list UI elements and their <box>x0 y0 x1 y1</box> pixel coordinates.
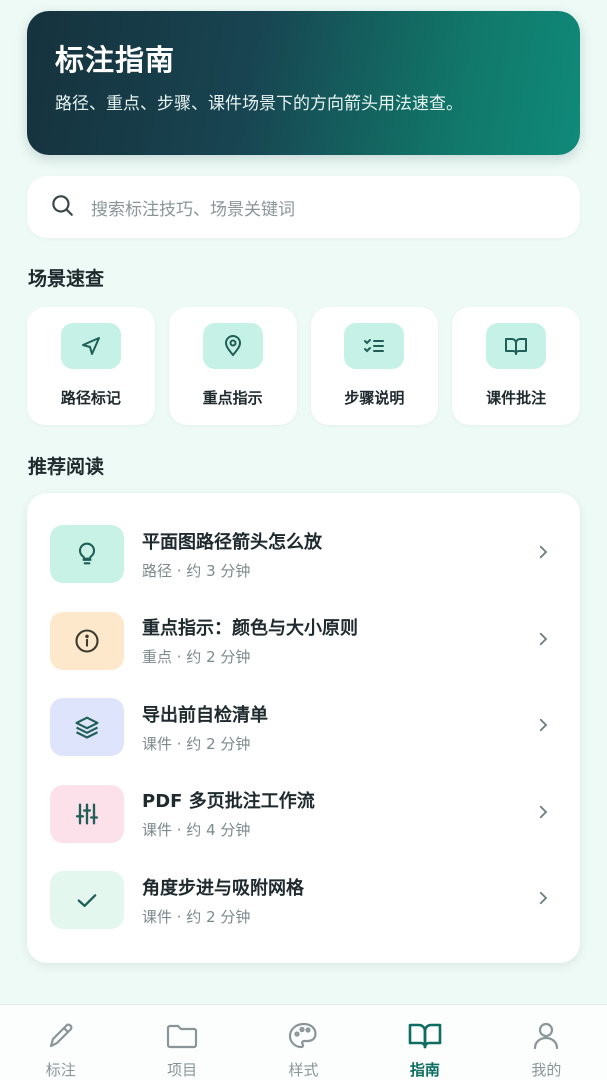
search-input[interactable]: 搜索标注技巧、场景关键词 <box>91 195 295 220</box>
tab-label: 样式 <box>288 1061 319 1079</box>
list-item[interactable]: 重点指示：颜色与大小原则 重点 · 约 2 分钟 <box>27 598 580 685</box>
layers-icon <box>50 698 124 757</box>
list-item[interactable]: 导出前自检清单 课件 · 约 2 分钟 <box>27 684 580 771</box>
list-item[interactable]: PDF 多页批注工作流 课件 · 约 4 分钟 <box>27 771 580 858</box>
tab-label: 我的 <box>531 1061 562 1079</box>
scene-grid: 路径标记 重点指示 步骤说明 课件批注 <box>27 307 580 425</box>
palette-icon <box>285 1019 323 1057</box>
list-item-title: 导出前自检清单 <box>142 704 268 726</box>
pencil-icon <box>42 1019 80 1057</box>
search-bar[interactable]: 搜索标注技巧、场景关键词 <box>27 176 580 238</box>
list-item[interactable]: 角度步进与吸附网格 课件 · 约 2 分钟 <box>27 857 580 944</box>
chevron-right-icon <box>534 716 552 738</box>
check-icon <box>50 871 124 930</box>
tab-label: 标注 <box>45 1061 76 1079</box>
scene-item-courseware[interactable]: 课件批注 <box>452 307 580 425</box>
bottom-tab-bar: 标注 项目 样式 指南 我的 <box>0 1004 607 1080</box>
checklist-icon <box>344 323 405 369</box>
folder-icon <box>163 1019 201 1057</box>
search-icon <box>49 192 75 222</box>
page-subtitle: 路径、重点、步骤、课件场景下的方向箭头用法速查。 <box>55 94 463 114</box>
scene-section-title: 场景速查 <box>28 268 105 290</box>
list-item-meta: 课件 · 约 2 分钟 <box>142 907 251 926</box>
list-item-title: 平面图路径箭头怎么放 <box>142 531 322 553</box>
list-item-title: 重点指示：颜色与大小原则 <box>142 618 358 640</box>
list-item-meta: 课件 · 约 4 分钟 <box>142 821 251 840</box>
guide-hero-banner: 标注指南 路径、重点、步骤、课件场景下的方向箭头用法速查。 <box>27 11 580 155</box>
scene-item-label: 步骤说明 <box>344 389 405 407</box>
scene-item-label: 路径标记 <box>60 389 121 407</box>
chevron-right-icon <box>534 543 552 565</box>
scene-item-highlight[interactable]: 重点指示 <box>168 307 297 425</box>
tab-styles[interactable]: 样式 <box>243 1005 364 1080</box>
sliders-icon <box>50 784 124 843</box>
tab-label: 项目 <box>167 1061 198 1079</box>
scene-item-label: 重点指示 <box>202 389 263 407</box>
info-icon <box>50 611 124 670</box>
navigation-arrow-icon <box>60 323 121 369</box>
scene-item-label: 课件批注 <box>486 389 547 407</box>
list-item-title: PDF 多页批注工作流 <box>142 791 315 813</box>
tab-label: 指南 <box>409 1061 440 1079</box>
list-item-meta: 课件 · 约 2 分钟 <box>142 734 251 753</box>
chevron-right-icon <box>534 803 552 825</box>
list-item-meta: 重点 · 约 2 分钟 <box>142 648 251 667</box>
lightbulb-icon <box>50 525 124 584</box>
scene-item-steps[interactable]: 步骤说明 <box>310 307 439 425</box>
tab-projects[interactable]: 项目 <box>121 1005 242 1080</box>
scene-item-path[interactable]: 路径标记 <box>27 307 155 425</box>
map-pin-icon <box>202 323 263 369</box>
open-book-icon <box>486 323 547 369</box>
tab-profile[interactable]: 我的 <box>486 1005 607 1080</box>
chevron-right-icon <box>534 889 552 911</box>
tab-guide[interactable]: 指南 <box>364 1005 485 1080</box>
list-item[interactable]: 平面图路径箭头怎么放 路径 · 约 3 分钟 <box>27 511 580 598</box>
book-icon <box>406 1019 444 1057</box>
user-icon <box>527 1019 565 1057</box>
recommended-list: 平面图路径箭头怎么放 路径 · 约 3 分钟 重点指示：颜色与大小原则 重点 ·… <box>27 493 580 963</box>
recommended-section-title: 推荐阅读 <box>28 456 105 478</box>
list-item-title: 角度步进与吸附网格 <box>142 877 304 899</box>
tab-annotate[interactable]: 标注 <box>0 1005 121 1080</box>
list-item-meta: 路径 · 约 3 分钟 <box>142 561 251 580</box>
chevron-right-icon <box>534 630 552 652</box>
page-title: 标注指南 <box>55 43 176 77</box>
